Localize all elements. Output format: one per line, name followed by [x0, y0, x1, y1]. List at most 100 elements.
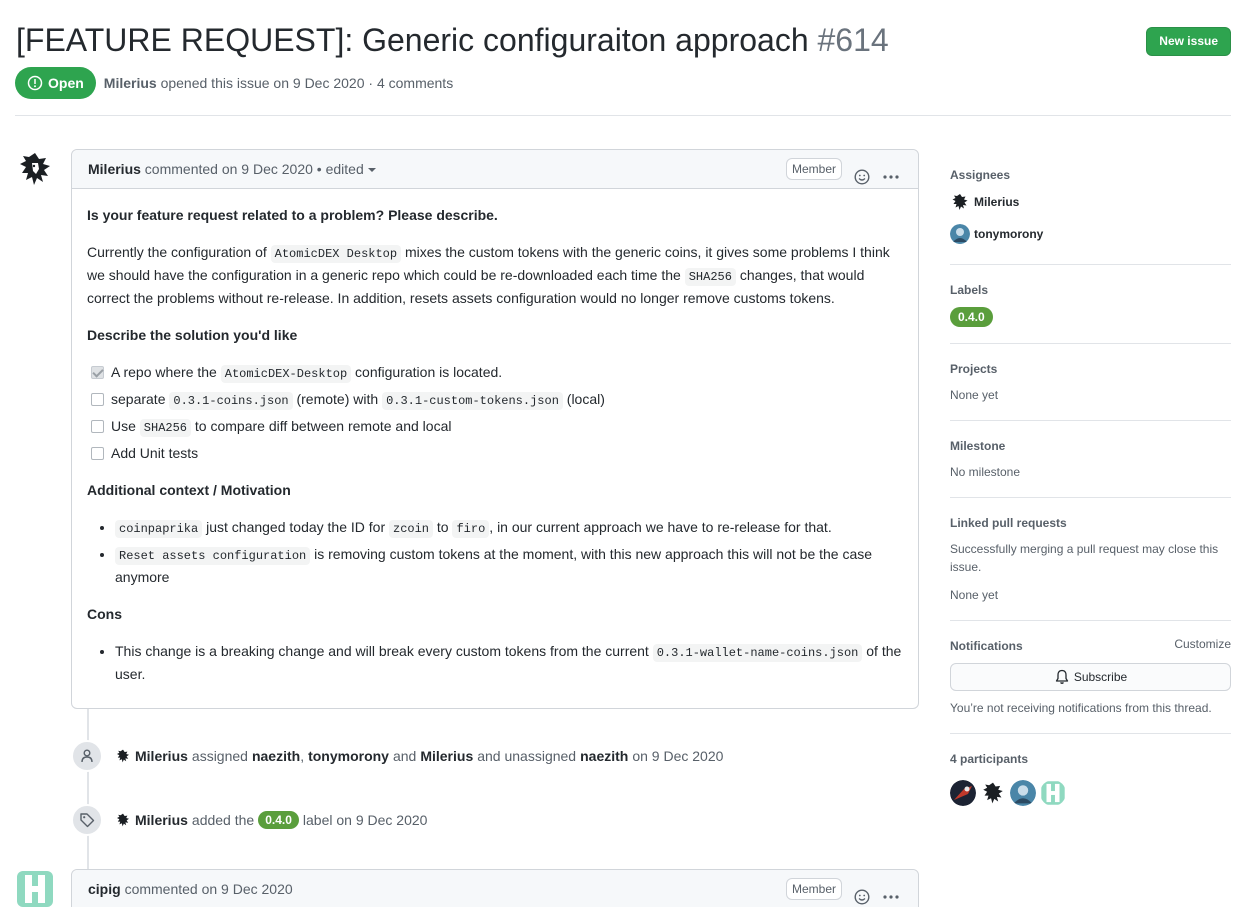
inline-code: Reset assets configuration	[115, 547, 311, 565]
issue-author-link[interactable]: Milerius	[104, 75, 157, 91]
sidebar-assignees: Assignees Milerius tonymorony	[950, 150, 1231, 265]
avatar-milerius[interactable]	[115, 748, 131, 764]
comment-author[interactable]: cipig	[88, 881, 121, 897]
comment-header: cipig commented on 9 Dec 2020 Member	[72, 870, 918, 907]
section-heading: Cons	[87, 606, 122, 622]
text: Add Unit tests	[111, 445, 199, 461]
customize-link[interactable]: Customize	[1174, 637, 1231, 651]
task-checkbox[interactable]	[91, 393, 104, 406]
comment-author[interactable]: Milerius	[88, 161, 141, 177]
event-text: and unassigned	[477, 748, 577, 764]
event-date[interactable]: on 9 Dec 2020	[632, 748, 723, 764]
sidebar-heading[interactable]: Labels	[950, 281, 1231, 299]
task-item: Add Unit tests	[87, 443, 903, 464]
event-text: added the	[191, 812, 255, 828]
assignee-name: Milerius	[974, 195, 1020, 209]
notifications-text: You’re not receiving notifications from …	[950, 701, 1212, 715]
avatar-cipig[interactable]	[15, 869, 55, 907]
avatar-milerius[interactable]	[115, 812, 131, 828]
linked-prs-text: Successfully merging a pull request may …	[950, 542, 1219, 574]
issue-title-text: [FEATURE REQUEST]: Generic configuraiton…	[16, 22, 809, 58]
sidebar-heading[interactable]: Projects	[950, 360, 1231, 378]
task-item: Use SHA256 to compare diff between remot…	[87, 416, 903, 439]
event-text: and	[392, 748, 417, 764]
comment-meta[interactable]: commented on 9 Dec 2020	[125, 881, 293, 897]
sidebar-notifications: Notifications Customize Subscribe You’re…	[950, 621, 1231, 734]
text: ,	[300, 748, 305, 764]
bell-icon	[1055, 669, 1068, 684]
event-user[interactable]: Milerius	[420, 748, 473, 764]
assignee-item[interactable]: tonymorony	[950, 224, 1231, 244]
text: separate	[111, 391, 170, 407]
sidebar-heading[interactable]: Linked pull requests	[950, 514, 1231, 532]
paragraph: Currently the configuration of AtomicDEX…	[87, 242, 903, 309]
issue-opened-text: opened this issue on 9 Dec 2020 · 4 comm…	[160, 75, 454, 91]
inline-code: firo	[452, 520, 490, 538]
event-actor[interactable]: Milerius	[135, 812, 188, 828]
section-heading: Describe the solution you'd like	[87, 327, 298, 343]
sidebar-heading[interactable]: Milestone	[950, 437, 1231, 455]
task-checkbox[interactable]	[91, 420, 104, 433]
participant-avatar[interactable]	[1040, 780, 1066, 806]
kebab-horizontal-icon[interactable]	[882, 161, 900, 199]
event-actor[interactable]: Milerius	[135, 748, 188, 764]
subscribe-button[interactable]: Subscribe	[950, 663, 1231, 691]
task-checkbox[interactable]	[91, 366, 104, 379]
issue-header: [FEATURE REQUEST]: Generic configuraiton…	[16, 20, 1231, 60]
inline-code: AtomicDEX Desktop	[270, 245, 402, 263]
timeline-line	[87, 700, 89, 870]
text: to	[433, 519, 453, 535]
label-badge[interactable]: 0.4.0	[258, 811, 299, 829]
bullet-list: This change is a breaking change and wil…	[87, 641, 903, 685]
event-user[interactable]: naezith	[252, 748, 300, 764]
comment-header: Milerius commented on 9 Dec 2020 • edite…	[72, 150, 918, 189]
smiley-icon[interactable]	[854, 161, 870, 199]
header-divider	[15, 115, 1231, 116]
issue-number: #614	[817, 22, 889, 58]
sidebar-labels: Labels 0.4.0	[950, 265, 1231, 344]
issue-sidebar: Assignees Milerius tonymorony Labels 0.4…	[950, 150, 1231, 822]
avatar-milerius[interactable]	[15, 149, 55, 189]
section-heading: Additional context / Motivation	[87, 482, 291, 498]
sidebar-heading[interactable]: Assignees	[950, 166, 1231, 184]
list-item: This change is a breaking change and wil…	[115, 641, 903, 685]
projects-value: None yet	[950, 388, 999, 402]
participants-list	[950, 780, 1231, 806]
assignee-item[interactable]: Milerius	[950, 192, 1231, 212]
inline-code: 0.3.1-wallet-name-coins.json	[652, 644, 863, 662]
issue-opened-icon	[27, 75, 43, 91]
assignee-name: tonymorony	[974, 227, 1044, 241]
list-item: coinpaprika just changed today the ID fo…	[115, 517, 903, 540]
text: This change is a breaking change and wil…	[115, 643, 653, 659]
inline-code: coinpaprika	[115, 520, 203, 538]
text: configuration is located.	[351, 364, 503, 380]
section-heading: Is your feature request related to a pro…	[87, 207, 498, 223]
participant-avatar[interactable]	[950, 780, 976, 806]
sidebar-milestone: Milestone No milestone	[950, 421, 1231, 498]
bullet-list: coinpaprika just changed today the ID fo…	[87, 517, 903, 588]
smiley-icon[interactable]	[854, 881, 870, 907]
comment-meta[interactable]: commented on 9 Dec 2020 • edited	[145, 161, 364, 177]
kebab-horizontal-icon[interactable]	[882, 881, 900, 907]
chevron-down-icon[interactable]	[367, 168, 376, 172]
timeline-event-assigned: Milerius assigned naezith, tonymorony an…	[71, 740, 723, 772]
sidebar-heading: 4 participants	[950, 752, 1029, 766]
event-user[interactable]: tonymorony	[308, 748, 389, 764]
state-label: Open	[48, 75, 84, 91]
issue-title: [FEATURE REQUEST]: Generic configuraiton…	[16, 20, 889, 60]
text: , in our current approach we have to re-…	[489, 519, 832, 535]
new-issue-button[interactable]: New issue	[1146, 27, 1231, 56]
text: A repo where the	[111, 364, 221, 380]
state-badge: Open	[15, 67, 96, 99]
participant-avatar[interactable]	[980, 780, 1006, 806]
inline-code: SHA256	[139, 419, 192, 437]
participant-avatar[interactable]	[1010, 780, 1036, 806]
label-badge[interactable]: 0.4.0	[950, 307, 993, 327]
task-checkbox[interactable]	[91, 447, 104, 460]
list-item: Reset assets configuration is removing c…	[115, 544, 903, 588]
person-icon	[71, 740, 103, 772]
sidebar-projects: Projects None yet	[950, 344, 1231, 421]
event-user[interactable]: naezith	[580, 748, 628, 764]
inline-code: SHA256	[684, 268, 736, 286]
issue-comment: cipig commented on 9 Dec 2020 Member	[71, 869, 919, 907]
